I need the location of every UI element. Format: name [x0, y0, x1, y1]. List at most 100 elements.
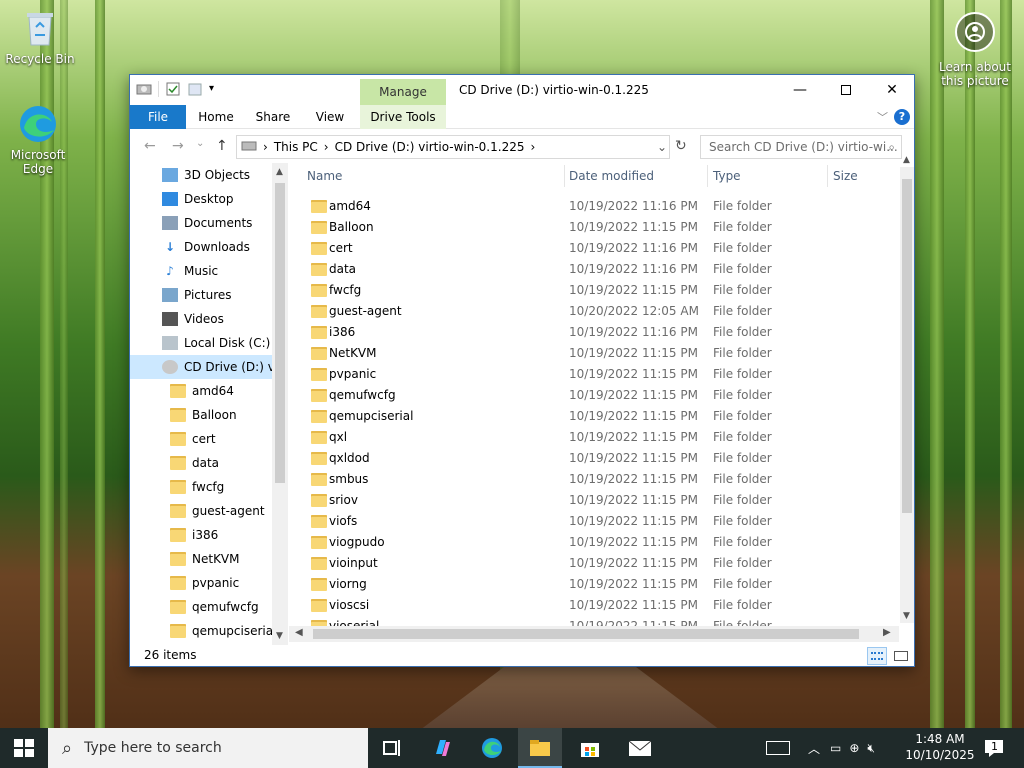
refresh-icon[interactable]: ↻	[675, 138, 687, 154]
nav-item-cd-drive[interactable]: CD Drive (D:) virtio-win-0.1.225	[130, 355, 272, 379]
details-view-button[interactable]	[867, 647, 887, 665]
file-row[interactable]: viofs 10/19/2022 11:15 PM File folder	[289, 511, 899, 532]
scroll-down-icon[interactable]: ▼	[276, 631, 283, 641]
address-dropdown-icon[interactable]: ⌄	[657, 140, 667, 154]
horizontal-scroll-thumb[interactable]	[313, 629, 859, 639]
nav-item-3d-objects[interactable]: 3D Objects	[130, 163, 272, 187]
nav-item-balloon[interactable]: Balloon	[130, 403, 272, 427]
column-size[interactable]: Size	[833, 169, 858, 183]
store-taskbar-button[interactable]	[578, 736, 602, 760]
nav-item-downloads[interactable]: ↓ Downloads	[130, 235, 272, 259]
tab-home[interactable]: Home	[194, 105, 238, 129]
nav-item-cert[interactable]: cert	[130, 427, 272, 451]
ribbon-expand-icon[interactable]: ﹀	[877, 109, 888, 125]
file-row[interactable]: cert 10/19/2022 11:16 PM File folder	[289, 238, 899, 259]
file-row[interactable]: viogpudo 10/19/2022 11:15 PM File folder	[289, 532, 899, 553]
network-icon[interactable]: ▭	[830, 741, 841, 755]
file-row[interactable]: qxl 10/19/2022 11:15 PM File folder	[289, 427, 899, 448]
file-list-horizontal-scrollbar[interactable]: ◀ ▶	[289, 626, 899, 642]
file-row[interactable]: sriov 10/19/2022 11:15 PM File folder	[289, 490, 899, 511]
column-date-modified[interactable]: Date modified	[569, 169, 654, 183]
large-icons-view-button[interactable]	[890, 647, 910, 665]
address-bar[interactable]: › This PC › CD Drive (D:) virtio-win-0.1…	[236, 135, 670, 159]
nav-item-i386[interactable]: i386	[130, 523, 272, 547]
task-view-button[interactable]	[380, 736, 404, 760]
nav-item-documents[interactable]: Documents	[130, 211, 272, 235]
file-row[interactable]: viorng 10/19/2022 11:15 PM File folder	[289, 574, 899, 595]
file-explorer-taskbar-button[interactable]	[518, 728, 562, 768]
search-input[interactable]: Search CD Drive (D:) virtio-wi... ⌕	[700, 135, 902, 159]
title-bar[interactable]: ▾ Manage CD Drive (D:) virtio-win-0.1.22…	[130, 75, 914, 105]
nav-item-amd64[interactable]: amd64	[130, 379, 272, 403]
tab-view[interactable]: View	[308, 105, 352, 129]
file-row[interactable]: qemufwcfg 10/19/2022 11:15 PM File folder	[289, 385, 899, 406]
volume-muted-icon[interactable]: 🔇︎	[867, 741, 875, 756]
keyboard-icon[interactable]	[766, 741, 790, 755]
start-button[interactable]	[12, 736, 36, 760]
nav-item-fwcfg[interactable]: fwcfg	[130, 475, 272, 499]
forward-icon[interactable]: →	[172, 138, 184, 154]
back-icon[interactable]: ←	[144, 138, 156, 154]
tab-drive-tools[interactable]: Drive Tools	[360, 105, 446, 129]
nav-scrollbar[interactable]: ▲ ▼	[272, 163, 288, 645]
nav-item-qemufwcfg[interactable]: qemufwcfg	[130, 595, 272, 619]
nav-item-pictures[interactable]: Pictures	[130, 283, 272, 307]
edge-taskbar-button[interactable]	[480, 736, 504, 760]
column-type[interactable]: Type	[713, 169, 741, 183]
mail-taskbar-button[interactable]	[627, 736, 652, 760]
nav-scroll-thumb[interactable]	[275, 183, 285, 483]
file-row[interactable]: smbus 10/19/2022 11:15 PM File folder	[289, 469, 899, 490]
file-row[interactable]: pvpanic 10/19/2022 11:15 PM File folder	[289, 364, 899, 385]
breadcrumb-this-pc[interactable]: This PC	[274, 140, 318, 154]
scroll-right-icon[interactable]: ▶	[883, 627, 891, 638]
tab-file[interactable]: File	[130, 105, 186, 129]
nav-item-music[interactable]: ♪ Music	[130, 259, 272, 283]
breadcrumb-cd-drive[interactable]: CD Drive (D:) virtio-win-0.1.225	[335, 140, 525, 154]
column-name[interactable]: Name	[307, 169, 342, 183]
nav-item-data[interactable]: data	[130, 451, 272, 475]
nav-item-desktop[interactable]: Desktop	[130, 187, 272, 211]
nav-item-pvpanic[interactable]: pvpanic	[130, 571, 272, 595]
scroll-down-icon[interactable]: ▼	[903, 611, 910, 621]
nav-item-guest-agent[interactable]: guest-agent	[130, 499, 272, 523]
vertical-scroll-thumb[interactable]	[902, 179, 912, 513]
manage-contextual-tab[interactable]: Manage	[360, 79, 446, 105]
qat-dropdown-icon[interactable]: ▾	[209, 81, 225, 97]
new-folder-icon[interactable]	[187, 81, 203, 97]
file-row[interactable]: i386 10/19/2022 11:16 PM File folder	[289, 322, 899, 343]
close-button[interactable]: ✕	[869, 75, 915, 105]
edge-desktop-icon[interactable]: Microsoft Edge	[0, 104, 76, 176]
show-hidden-icons-icon[interactable]: ︿	[808, 740, 820, 757]
properties-icon[interactable]	[165, 81, 181, 97]
nav-item-videos[interactable]: Videos	[130, 307, 272, 331]
tab-share[interactable]: Share	[250, 105, 296, 129]
scroll-up-icon[interactable]: ▲	[903, 155, 910, 165]
file-row[interactable]: Balloon 10/19/2022 11:15 PM File folder	[289, 217, 899, 238]
copilot-button[interactable]	[430, 736, 454, 760]
file-row[interactable]: vioscsi 10/19/2022 11:15 PM File folder	[289, 595, 899, 616]
taskbar-search-box[interactable]: ⌕ Type here to search	[48, 728, 368, 768]
file-row[interactable]: NetKVM 10/19/2022 11:15 PM File folder	[289, 343, 899, 364]
minimize-button[interactable]: —	[777, 75, 823, 105]
nav-item-qemupciserial[interactable]: qemupciserial	[130, 619, 272, 643]
globe-icon[interactable]: ⊕	[849, 741, 859, 755]
file-row[interactable]: qemupciserial 10/19/2022 11:15 PM File fol…	[289, 406, 899, 427]
learn-about-picture[interactable]: Learn about this picture	[936, 12, 1014, 88]
scroll-up-icon[interactable]: ▲	[276, 167, 283, 177]
scroll-left-icon[interactable]: ◀	[295, 627, 303, 638]
up-icon[interactable]: ↑	[216, 138, 228, 154]
file-row[interactable]: data 10/19/2022 11:16 PM File folder	[289, 259, 899, 280]
file-row[interactable]: guest-agent 10/20/2022 12:05 AM File folde…	[289, 301, 899, 322]
nav-item-local-disk[interactable]: Local Disk (C:)	[130, 331, 272, 355]
nav-item-netkvm[interactable]: NetKVM	[130, 547, 272, 571]
recycle-bin-desktop-icon[interactable]: Recycle Bin	[2, 8, 78, 66]
file-list-vertical-scrollbar[interactable]: ▲ ▼	[900, 155, 914, 623]
help-icon[interactable]: ?	[894, 109, 910, 125]
file-row[interactable]: fwcfg 10/19/2022 11:15 PM File folder	[289, 280, 899, 301]
file-row[interactable]: qxldod 10/19/2022 11:15 PM File folder	[289, 448, 899, 469]
file-row[interactable]: amd64 10/19/2022 11:16 PM File folder	[289, 196, 899, 217]
recent-locations-icon[interactable]: ⌄	[196, 138, 204, 149]
notification-center-button[interactable]: 1	[982, 736, 1006, 760]
file-row[interactable]: vioinput 10/19/2022 11:15 PM File folder	[289, 553, 899, 574]
maximize-button[interactable]	[823, 75, 869, 105]
